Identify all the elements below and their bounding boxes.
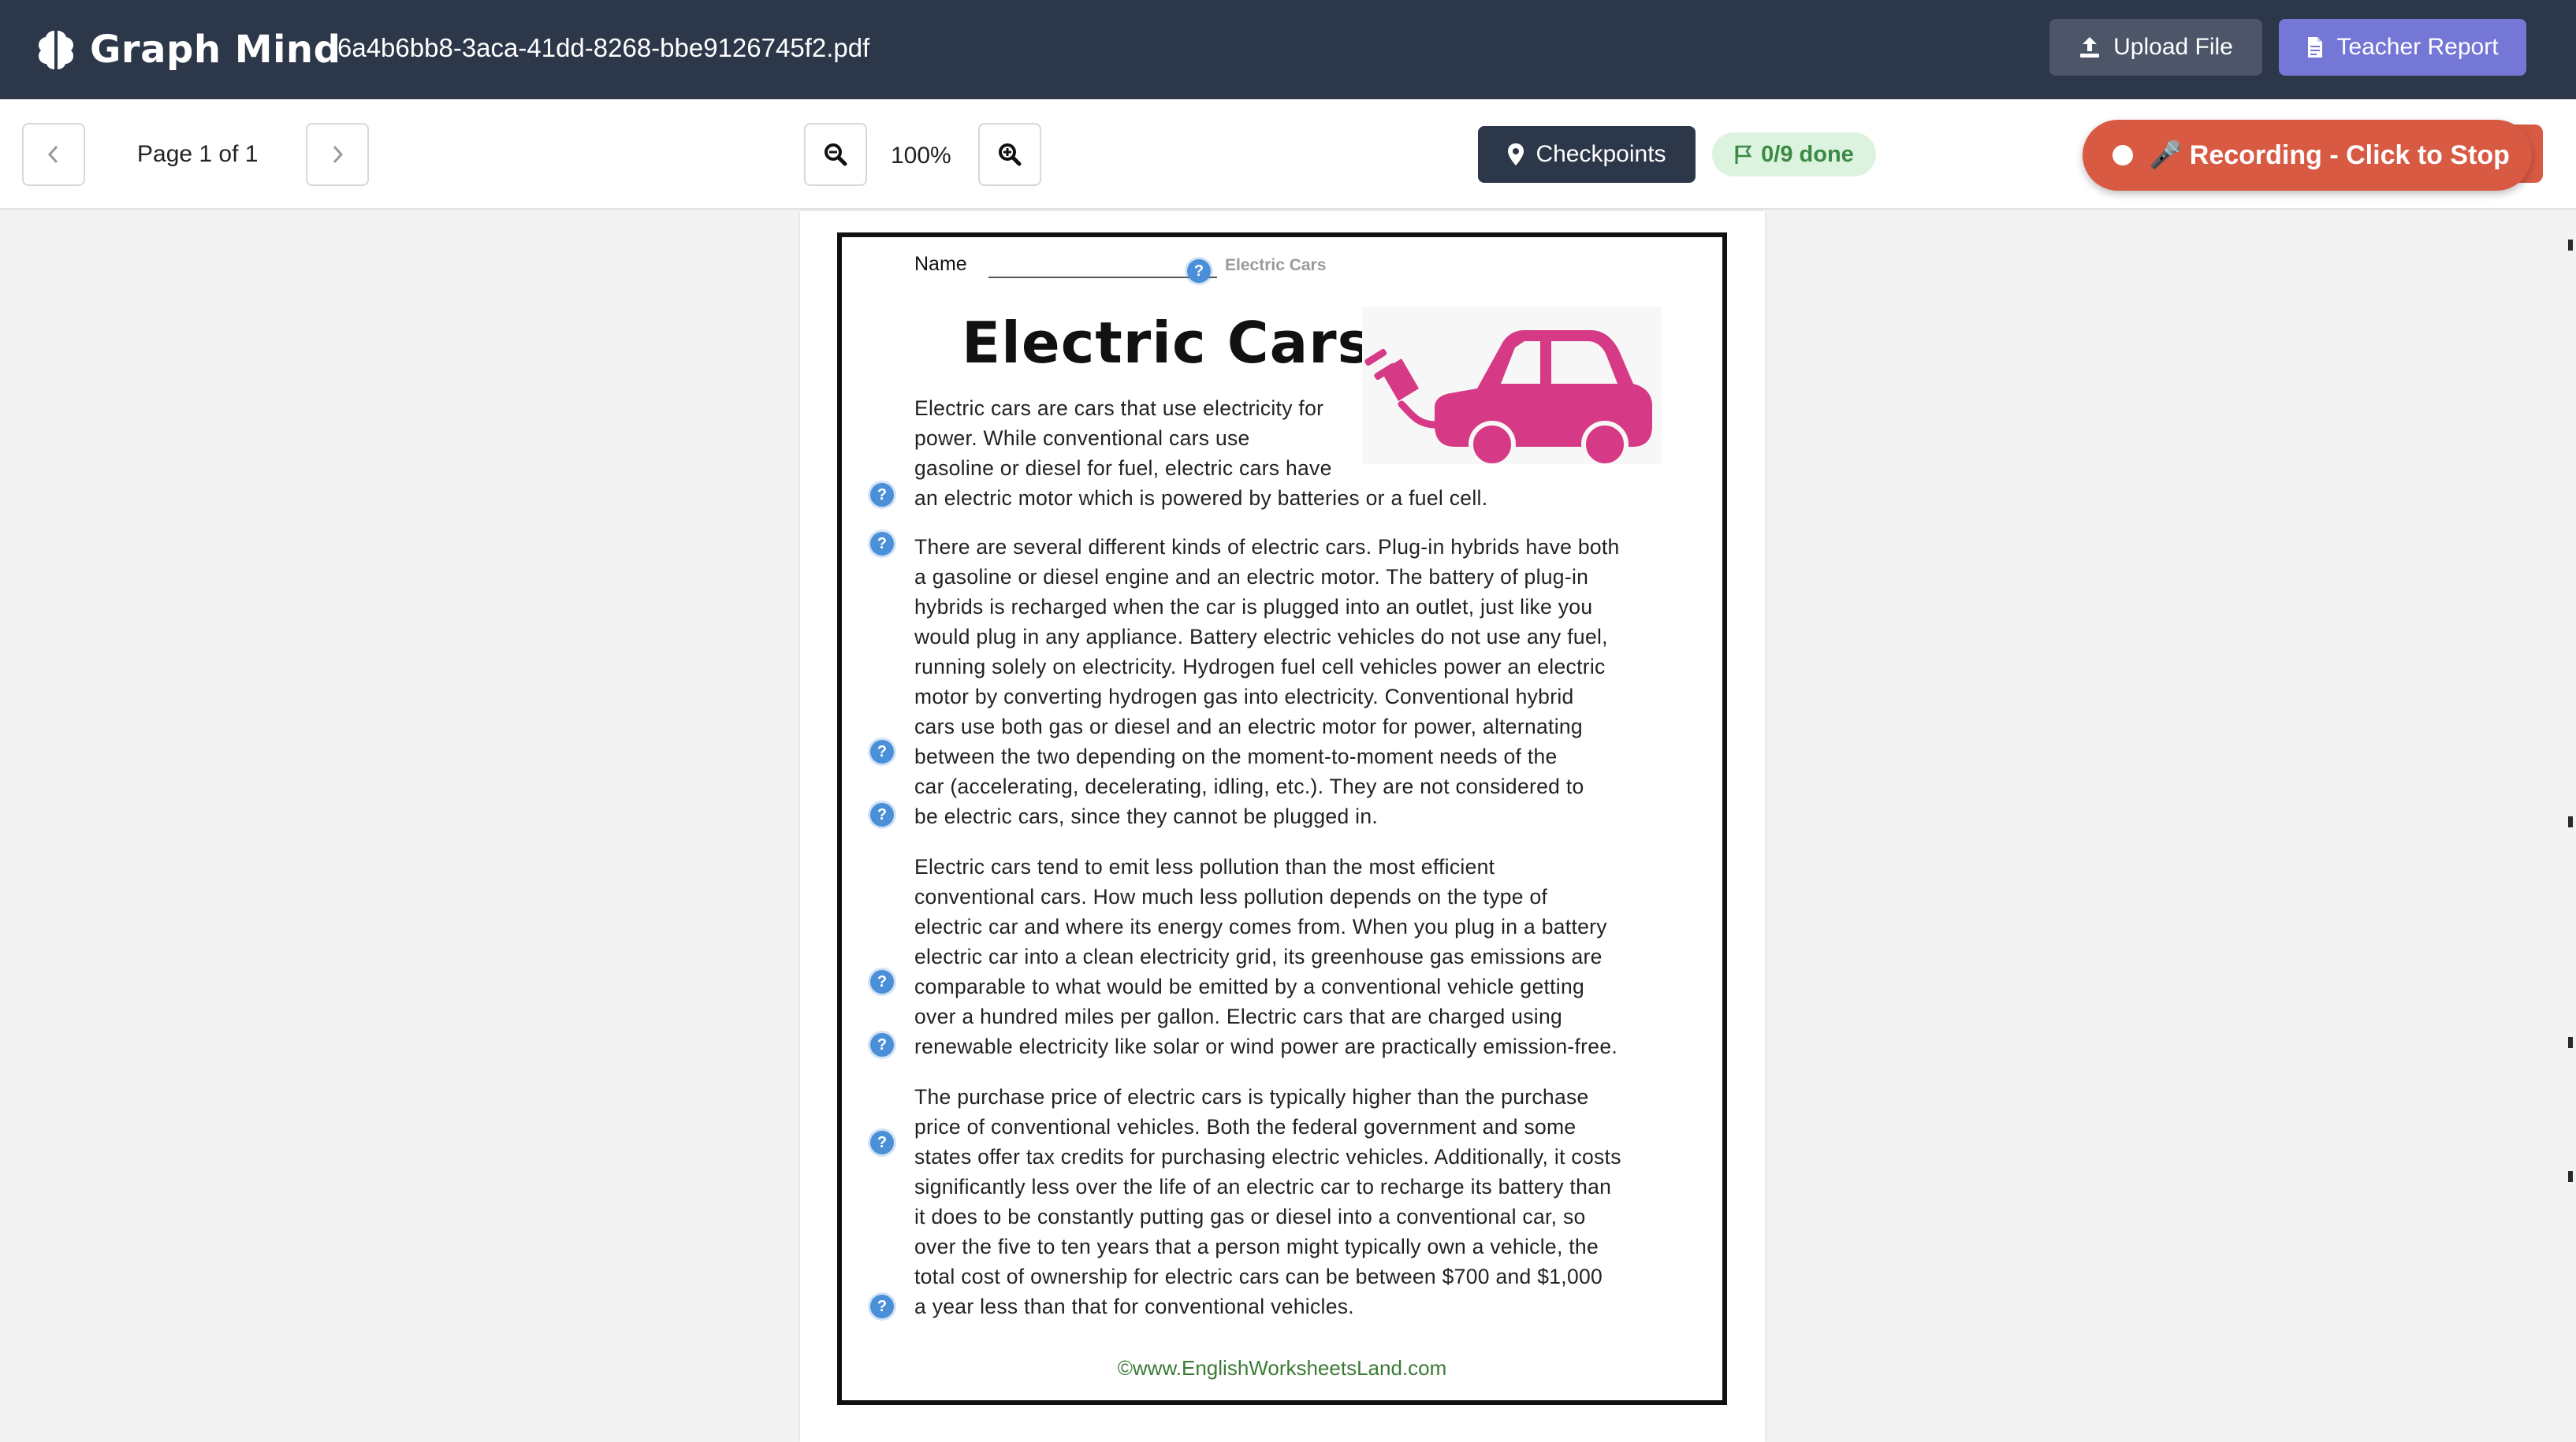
checkpoint-progress-label: 0/9 done — [1761, 141, 1854, 167]
worksheet-frame: Name Electric Cars Electric Cars Electri… — [837, 232, 1727, 1405]
brand[interactable]: Graph Mind — [35, 22, 341, 77]
stop-recording-button[interactable]: 🎤 Recording - Click to Stop — [2083, 120, 2532, 191]
paragraph-line: states offer tax credits for purchasing … — [914, 1145, 1621, 1169]
checkpoint-marker[interactable]: ? — [870, 483, 894, 507]
paragraph-line: Electric cars tend to emit less pollutio… — [914, 855, 1495, 879]
name-label: Name — [914, 253, 967, 275]
worksheet-title: Electric Cars — [962, 310, 1372, 376]
checkpoint-marker[interactable]: ? — [870, 532, 894, 556]
paragraph-line: over the five to ten years that a person… — [914, 1235, 1599, 1258]
scroll-edge-marks — [2567, 211, 2573, 1442]
paragraph-line: between the two depending on the moment-… — [914, 745, 1558, 768]
paragraph-1: Electric cars are cars that use electric… — [914, 393, 1487, 513]
checkpoints-button[interactable]: Checkpoints — [1478, 126, 1696, 183]
brain-icon — [39, 31, 73, 69]
paragraph-line: significantly less over the life of an e… — [914, 1175, 1612, 1199]
map-pin-icon — [1508, 143, 1524, 165]
paragraph-line: would plug in any appliance. Battery ele… — [914, 625, 1608, 649]
paragraph-line: car (accelerating, decelerating, idling,… — [914, 775, 1584, 798]
app-header: Graph Mind 6a4b6bb8-3aca-41dd-8268-bbe91… — [0, 0, 2576, 99]
edge-mark — [2568, 1171, 2573, 1182]
checkpoint-marker[interactable]: ? — [870, 1033, 894, 1057]
paragraph-line: gasoline or diesel for fuel, electric ca… — [914, 456, 1332, 480]
previous-page-button[interactable] — [22, 123, 85, 186]
recording-label: 🎤 Recording - Click to Stop — [2149, 140, 2510, 170]
paragraph-line: be electric cars, since they cannot be p… — [914, 805, 1379, 828]
paragraph-line: total cost of ownership for electric car… — [914, 1265, 1603, 1288]
checkpoint-marker[interactable]: ? — [870, 1131, 894, 1154]
upload-icon — [2080, 37, 2100, 58]
document-viewer[interactable]: Name Electric Cars Electric Cars Electri… — [0, 211, 2576, 1442]
document-icon — [2308, 37, 2323, 58]
zoom-in-icon — [999, 143, 1022, 166]
worksheet-header-title: Electric Cars — [1225, 256, 1327, 274]
paragraph-line: over a hundred miles per gallon. Electri… — [914, 1005, 1563, 1028]
teacher-report-label: Teacher Report — [2336, 34, 2499, 60]
paragraph-line: a gasoline or diesel engine and an elect… — [914, 565, 1589, 589]
zoom-out-icon — [825, 143, 847, 166]
checkpoint-marker[interactable]: ? — [1187, 259, 1211, 283]
paragraph-line: a year less than that for conventional v… — [914, 1295, 1354, 1318]
paragraph-line: an electric motor which is powered by ba… — [914, 486, 1488, 510]
chevron-left-icon — [47, 145, 58, 164]
recording-dot-icon — [2113, 145, 2133, 165]
paragraph-2: There are several different kinds of ele… — [914, 532, 1620, 831]
paragraph-line: running solely on electricity. Hydrogen … — [914, 655, 1606, 678]
upload-file-label: Upload File — [2113, 34, 2233, 60]
paragraph-line: hybrids is recharged when the car is plu… — [914, 595, 1593, 619]
teacher-report-button[interactable]: Teacher Report — [2279, 19, 2526, 76]
checkpoints-label: Checkpoints — [1536, 141, 1666, 167]
edge-mark — [2568, 816, 2573, 827]
paragraph-line: power. While conventional cars use — [914, 426, 1250, 450]
paragraph-line: comparable to what would be emitted by a… — [914, 975, 1585, 998]
paragraph-line: electric car and where its energy comes … — [914, 915, 1607, 938]
next-page-button[interactable] — [306, 123, 369, 186]
paragraph-line: cars use both gas or diesel and an elect… — [914, 715, 1583, 738]
flag-icon — [1735, 145, 1752, 164]
edge-mark — [2568, 1037, 2573, 1048]
paragraph-line: renewable electricity like solar or wind… — [914, 1035, 1618, 1058]
zoom-in-button[interactable] — [978, 123, 1041, 186]
checkpoint-progress-badge: 0/9 done — [1712, 132, 1876, 177]
paragraph-line: conventional cars. How much less polluti… — [914, 885, 1548, 909]
upload-file-button[interactable]: Upload File — [2049, 19, 2262, 76]
paragraph-line: motor by converting hydrogen gas into el… — [914, 685, 1574, 708]
checkpoint-marker[interactable]: ? — [870, 1295, 894, 1318]
brand-name: Graph Mind — [90, 28, 341, 72]
paragraph-line: Electric cars are cars that use electric… — [914, 396, 1324, 420]
paragraph-line: electric car into a clean electricity gr… — [914, 945, 1603, 968]
paragraph-line: price of conventional vehicles. Both the… — [914, 1115, 1576, 1139]
checkpoint-marker[interactable]: ? — [870, 740, 894, 764]
worksheet-footer-credit: ©www.EnglishWorksheetsLand.com — [1117, 1356, 1447, 1380]
checkpoint-marker[interactable]: ? — [870, 970, 894, 994]
document-filename: 6a4b6bb8-3aca-41dd-8268-bbe9126745f2.pdf — [337, 33, 870, 62]
paragraph-line: There are several different kinds of ele… — [914, 535, 1620, 559]
name-line — [988, 277, 1217, 278]
zoom-level: 100% — [891, 143, 951, 169]
checkpoint-marker[interactable]: ? — [870, 803, 894, 827]
chevron-right-icon — [333, 145, 344, 164]
zoom-out-button[interactable] — [804, 123, 867, 186]
paragraph-4: The purchase price of electric cars is t… — [914, 1082, 1621, 1321]
paragraph-line: it does to be constantly putting gas or … — [914, 1205, 1586, 1228]
page-indicator: Page 1 of 1 — [137, 141, 259, 167]
viewer-toolbar: Page 1 of 1 100% Checkpoints 0/9 done 🎤 … — [0, 99, 2576, 210]
paragraph-line: The purchase price of electric cars is t… — [914, 1085, 1589, 1109]
edge-mark — [2568, 240, 2573, 251]
paragraph-3: Electric cars tend to emit less pollutio… — [914, 852, 1617, 1061]
worksheet: Name Electric Cars Electric Cars Electri… — [842, 237, 1722, 1400]
